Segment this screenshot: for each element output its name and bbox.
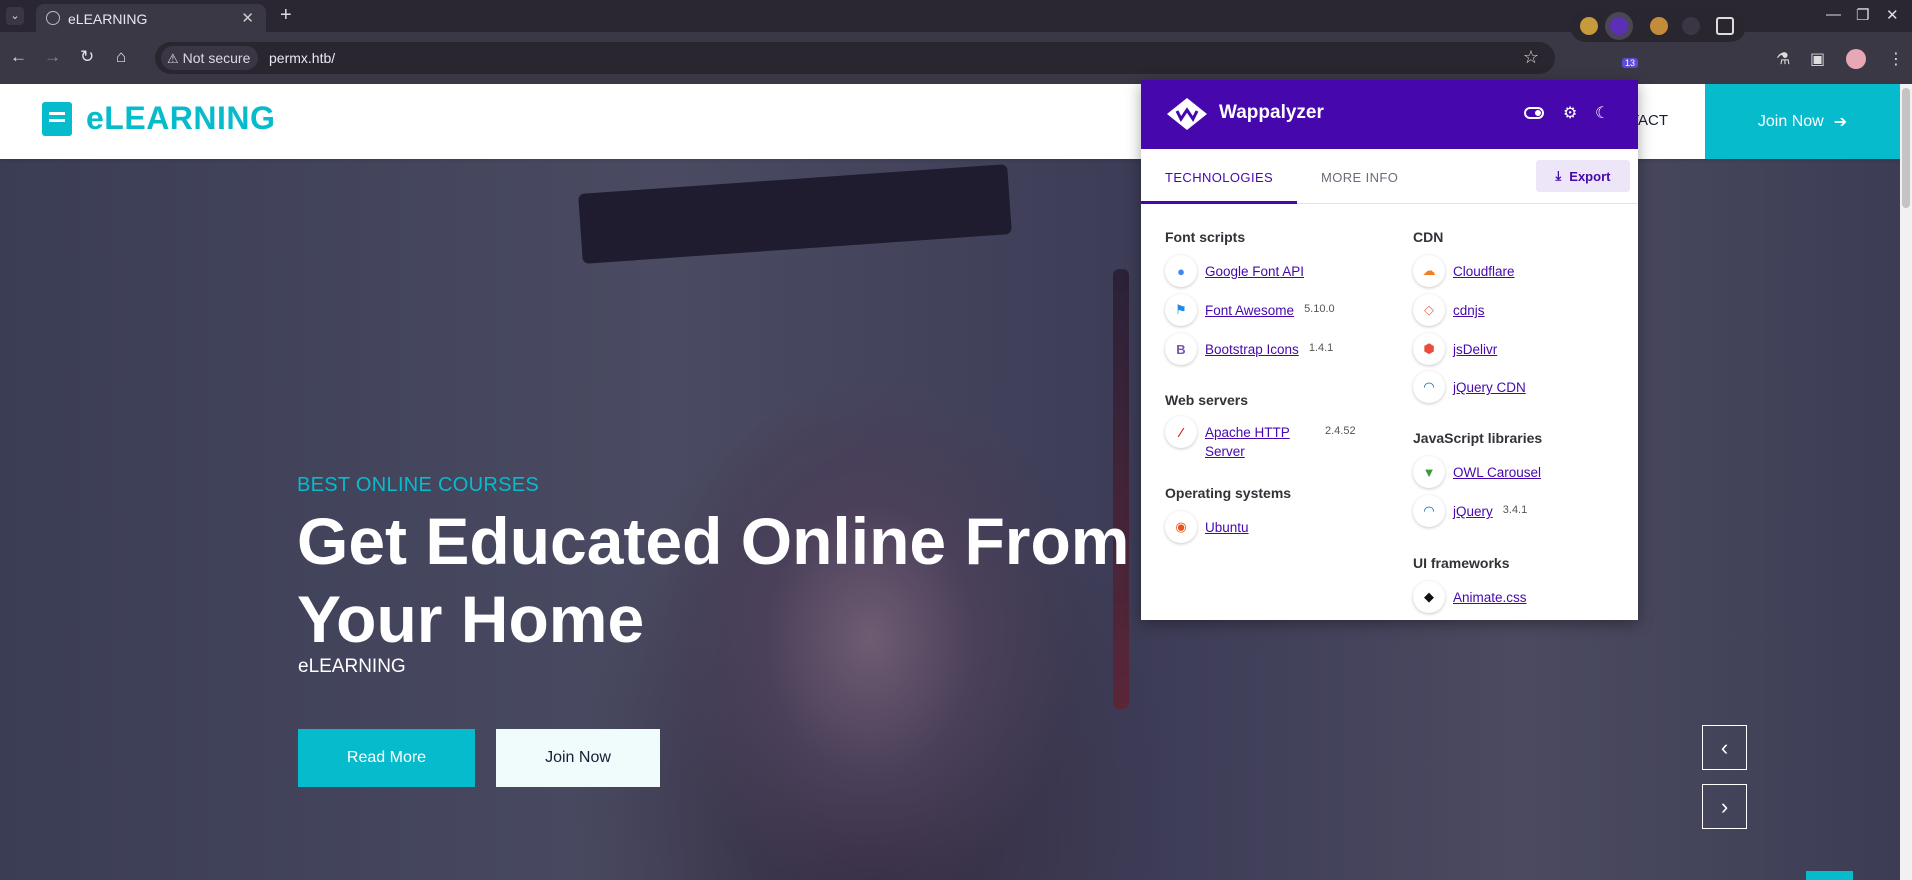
tech-item[interactable]: ☁ Cloudflare [1413,255,1515,287]
side-panel-icon[interactable]: ▣ [1810,49,1825,69]
extension-cookie2-icon[interactable] [1650,17,1668,35]
tech-item[interactable]: ⁄ Apache HTTP Server 2.4.52 [1165,416,1356,461]
extension-hidden-icon[interactable] [1682,17,1700,35]
carousel-prev-button[interactable]: ‹ [1702,725,1747,770]
back-button[interactable]: ← [10,47,27,67]
join-now-hero-button[interactable]: Join Now [496,729,660,787]
hero-text: eLEARNING [298,656,406,677]
extensions-group [1570,10,1746,42]
ubuntu-icon: ◉ [1165,511,1197,543]
chevron-right-icon: › [1720,793,1729,819]
close-tab-icon[interactable]: ✕ [241,9,254,27]
tech-item[interactable]: ▼ OWL Carousel [1413,456,1541,488]
graduation-cap-shape [578,164,1012,264]
tech-item[interactable]: ◠ jQuery CDN [1413,371,1526,403]
book-icon [42,101,72,136]
tech-item[interactable]: ◆ Animate.css [1413,581,1527,613]
jquery-icon: ◠ [1413,371,1445,403]
font-awesome-flag-icon: ⚑ [1165,294,1197,326]
wappalyzer-popup: Wappalyzer ⚙ ☾ TECHNOLOGIES MORE INFO ⤓ … [1141,80,1638,620]
tech-item[interactable]: ⚑ Font Awesome 5.10.0 [1165,294,1335,326]
forward-button[interactable]: → [44,47,61,67]
tech-item[interactable]: ◇ cdnjs [1413,294,1485,326]
wappalyzer-header: Wappalyzer ⚙ ☾ [1141,80,1638,149]
wappalyzer-extension-icon[interactable] [1610,17,1628,35]
url-text: permx.htb/ [269,50,336,66]
cdnjs-icon: ◇ [1413,294,1445,326]
category-heading: JavaScript libraries [1413,430,1543,446]
bootstrap-icon: B [1165,333,1197,365]
close-window-button[interactable]: ✕ [1886,6,1899,24]
chevron-left-icon: ‹ [1720,734,1729,760]
profile-avatar[interactable] [1846,49,1866,69]
category-heading: UI frameworks [1413,555,1510,571]
bookmark-star-icon[interactable]: ☆ [1523,47,1539,68]
tab-title: eLEARNING [68,11,148,27]
cloudflare-icon: ☁ [1413,255,1445,287]
tech-item[interactable]: B Bootstrap Icons 1.4.1 [1165,333,1333,365]
back-to-top-button[interactable]: ↑ [1806,871,1853,880]
wappalyzer-title: Wappalyzer [1219,102,1324,123]
brand-logo[interactable]: eLEARNING [42,100,275,137]
brand-name: eLEARNING [86,100,276,136]
tech-item[interactable]: ◉ Ubuntu [1165,511,1249,543]
animate-css-icon: ◆ [1413,581,1445,613]
extension-badge: 13 [1622,58,1639,68]
settings-gear-icon[interactable]: ⚙ [1563,103,1577,123]
carousel-next-button[interactable]: › [1702,784,1747,829]
security-chip[interactable]: ⚠ Not secure [161,46,259,70]
read-more-button[interactable]: Read More [298,729,475,787]
download-icon: ⤓ [1555,168,1562,183]
tech-item[interactable]: ⬢ jsDelivr [1413,333,1497,365]
active-tab-indicator [1141,201,1297,204]
category-heading: Font scripts [1165,229,1246,245]
wappalyzer-logo-icon [1167,98,1207,130]
arrow-right-icon: ➔ [1833,113,1848,131]
maximize-button[interactable]: ❐ [1856,6,1869,24]
tech-item[interactable]: ● Google Font API [1165,255,1304,287]
toggle-icon[interactable] [1524,107,1544,119]
tab-technologies[interactable]: TECHNOLOGIES [1165,170,1273,185]
labs-flask-icon[interactable]: ⚗ [1776,49,1790,69]
jquery-icon: ◠ [1413,495,1445,527]
category-heading: Web servers [1165,392,1249,408]
extensions-puzzle-icon[interactable] [1716,17,1734,35]
extension-cookie-icon[interactable] [1580,17,1598,35]
owl-icon: ▼ [1413,456,1445,488]
category-heading: Operating systems [1165,485,1292,501]
globe-icon [46,11,60,25]
scrollbar-thumb[interactable] [1902,88,1910,208]
page-scrollbar[interactable] [1900,84,1912,880]
minimize-button[interactable]: — [1826,6,1841,23]
new-tab-button[interactable]: + [280,4,292,27]
menu-kebab-icon[interactable]: ⋮ [1888,49,1904,69]
reload-button[interactable]: ↻ [80,47,94,67]
home-button[interactable]: ⌂ [116,47,126,67]
join-now-nav-button[interactable]: Join Now ➔ [1705,84,1900,159]
google-fonts-icon: ● [1165,255,1197,287]
apache-feather-icon: ⁄ [1165,416,1197,448]
tech-item[interactable]: ◠ jQuery 3.4.1 [1413,495,1527,527]
tab-more-info[interactable]: MORE INFO [1321,170,1398,185]
category-heading: CDN [1413,229,1444,245]
jsdelivr-icon: ⬢ [1413,333,1445,365]
tab-search-button[interactable]: ⌄ [6,7,24,25]
hero-subtitle: BEST ONLINE COURSES [297,474,540,496]
warning-icon: ⚠ [167,51,179,66]
dark-mode-moon-icon[interactable]: ☾ [1595,103,1609,123]
hero-title: Get Educated Online From Your Home [297,504,1130,656]
browser-tab[interactable]: eLEARNING ✕ [36,4,266,32]
export-button[interactable]: ⤓ Export [1536,160,1630,192]
address-bar[interactable]: ⚠ Not secure permx.htb/ ☆ [155,42,1555,74]
